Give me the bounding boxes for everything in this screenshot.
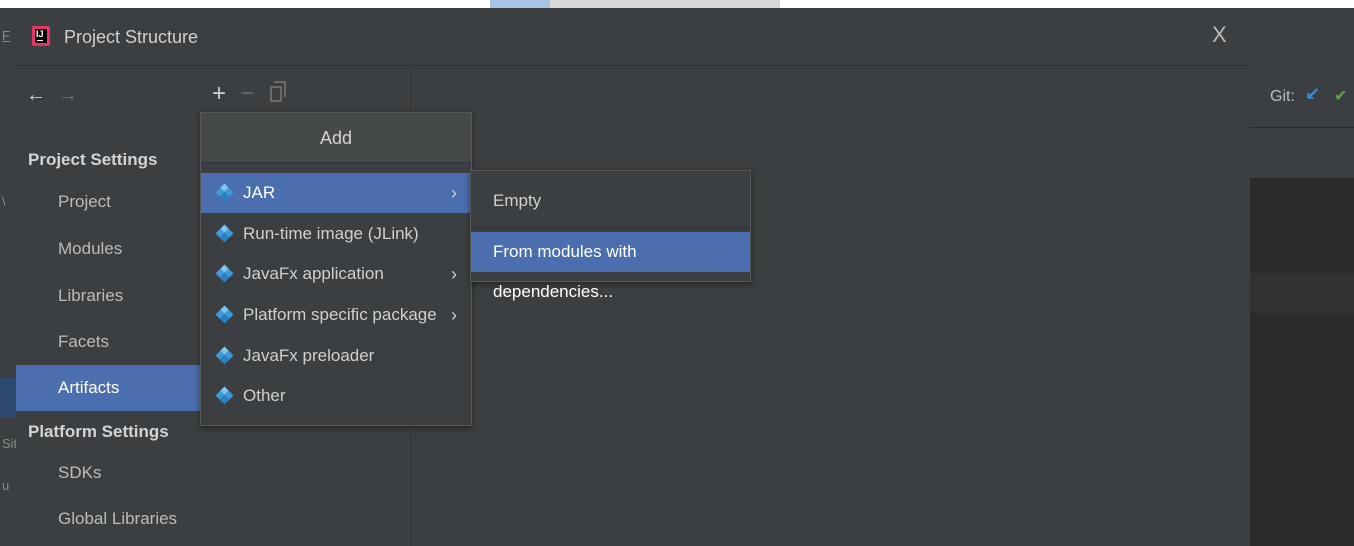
dialog-title-bar: IJ Project Structure X	[16, 8, 1250, 66]
platform-settings-header: Platform Settings	[28, 422, 169, 441]
forward-arrow-icon: →	[58, 84, 78, 106]
menu-item-other[interactable]: Other	[201, 376, 471, 416]
settings-sidebar: ← → Project Settings Project Modules Lib…	[16, 66, 200, 546]
submenu-item-from-modules[interactable]: From modules with dependencies...	[471, 232, 750, 301]
git-update-icon[interactable]: ↙	[1305, 84, 1320, 105]
copy-icon	[270, 81, 286, 102]
close-button[interactable]: X	[1212, 22, 1227, 48]
sidebar-item-artifacts[interactable]: Artifacts	[16, 365, 200, 411]
artifact-diamond-icon	[215, 224, 234, 243]
sidebar-item-sdks[interactable]: SDKs	[16, 450, 200, 496]
add-popup-menu: Add JAR › Run-time image (JLink) JavaFx …	[200, 112, 472, 426]
add-popup-title: Add	[201, 113, 471, 163]
chevron-right-icon: ›	[451, 183, 457, 203]
menu-item-runtime-image[interactable]: Run-time image (JLink)	[201, 214, 471, 254]
menu-item-label: Run-time image (JLink)	[243, 224, 419, 243]
sidebar-item-project[interactable]: Project	[16, 179, 200, 225]
ide-text-fragment: u	[2, 478, 10, 493]
ide-toolbar: Git: ↙ ✔	[1250, 68, 1354, 128]
ide-text-fragment: \	[2, 194, 6, 209]
ide-right-area: Git: ↙ ✔	[1250, 8, 1354, 546]
git-label: Git:	[1270, 88, 1295, 105]
remove-icon: −	[240, 80, 255, 107]
artifact-diamond-icon	[215, 346, 234, 365]
artifact-diamond-icon	[215, 183, 234, 202]
git-commit-icon[interactable]: ✔	[1334, 86, 1347, 106]
chevron-right-icon: ›	[451, 264, 457, 284]
menu-item-label: Platform specific package	[243, 305, 437, 324]
submenu-divider	[471, 227, 750, 228]
menu-item-label: JavaFx preloader	[243, 346, 375, 365]
ide-left-accent	[0, 378, 16, 418]
sidebar-item-libraries[interactable]: Libraries	[16, 273, 200, 319]
project-settings-header: Project Settings	[28, 150, 158, 169]
ide-editor-bar	[1250, 273, 1354, 313]
add-icon[interactable]: +	[212, 80, 226, 108]
jar-submenu: Empty From modules with dependencies...	[470, 170, 751, 301]
menu-item-label: JavaFx application	[243, 264, 384, 283]
sidebar-item-global-libraries[interactable]: Global Libraries	[16, 496, 200, 542]
ide-tab-strip	[490, 0, 780, 8]
back-arrow-icon[interactable]: ←	[26, 84, 46, 107]
dialog-title: Project Structure	[64, 27, 199, 47]
ide-selected-tab[interactable]	[490, 0, 550, 8]
menu-item-label: JAR	[243, 183, 276, 202]
intellij-idea-icon: IJ	[32, 26, 50, 46]
artifact-diamond-icon	[215, 305, 234, 324]
submenu-item-empty[interactable]: Empty	[471, 181, 750, 221]
ide-editor	[1250, 178, 1354, 546]
menu-item-label: Other	[243, 386, 286, 405]
menu-item-jar[interactable]: JAR ›	[201, 173, 471, 213]
menu-item-platform-specific-package[interactable]: Platform specific package ›	[201, 295, 471, 335]
chevron-right-icon: ›	[451, 305, 457, 325]
ide-left-strip: F \ Sit u	[0, 8, 18, 546]
ide-text-fragment: Sit	[2, 436, 18, 451]
menu-item-javafx-application[interactable]: JavaFx application ›	[201, 254, 471, 294]
sidebar-item-facets[interactable]: Facets	[16, 319, 200, 365]
menu-item-javafx-preloader[interactable]: JavaFx preloader	[201, 336, 471, 376]
artifact-diamond-icon	[215, 264, 234, 283]
artifact-diamond-icon	[215, 386, 234, 405]
sidebar-item-modules[interactable]: Modules	[16, 226, 200, 272]
ide-menu-fragment[interactable]: F	[2, 28, 10, 43]
